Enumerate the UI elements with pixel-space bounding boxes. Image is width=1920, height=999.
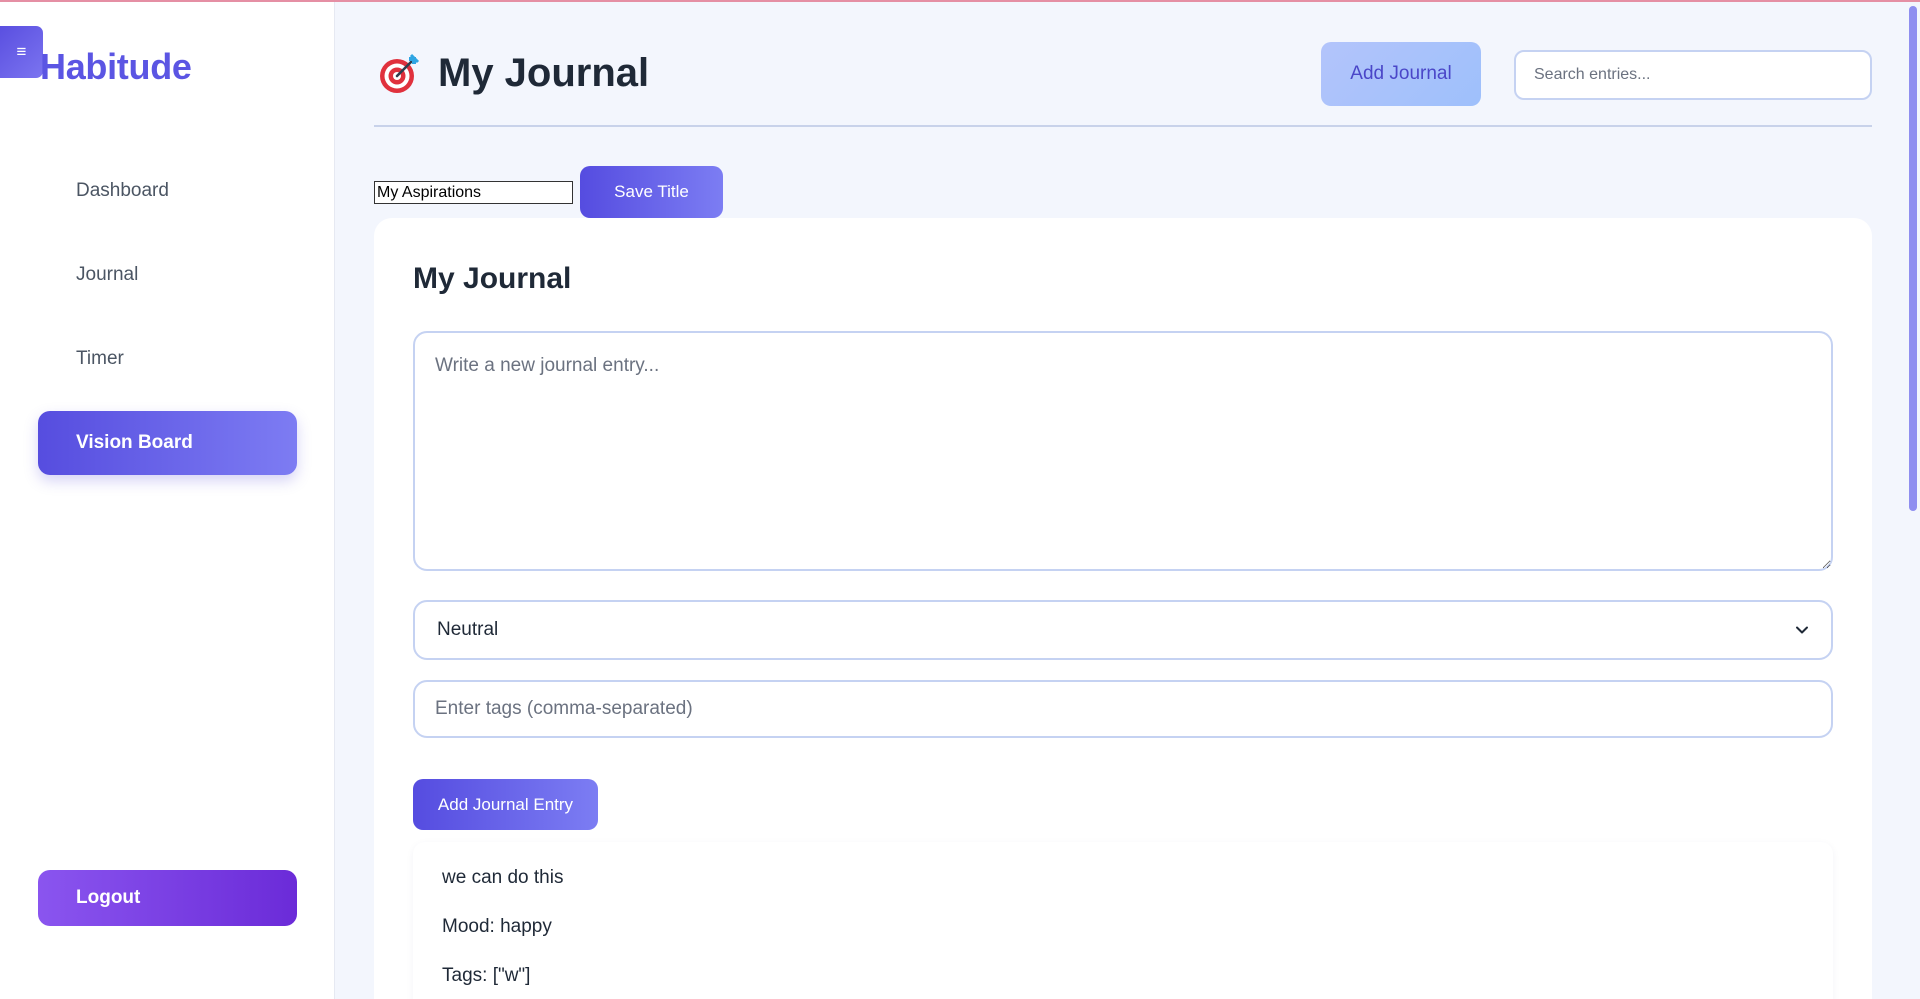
sidebar-item-timer[interactable]: Timer — [38, 327, 297, 391]
mood-select[interactable]: Neutral — [413, 600, 1833, 660]
journal-entry-textarea[interactable] — [413, 331, 1833, 571]
sidebar-item-label: Timer — [76, 348, 124, 369]
entry-tags: Tags: ["w"] — [442, 965, 531, 986]
sidebar: ≡ Habitude Dashboard Journal Timer Visio… — [0, 2, 335, 999]
add-journal-entry-button[interactable]: Add Journal Entry — [413, 779, 598, 830]
target-icon — [380, 53, 420, 93]
card-title: My Journal — [413, 262, 572, 295]
entry-mood: Mood: happy — [442, 916, 552, 937]
sidebar-item-dashboard[interactable]: Dashboard — [38, 159, 297, 223]
journal-entry-item: we can do this Mood: happy Tags: ["w"] — [413, 842, 1833, 999]
header-divider — [374, 125, 1872, 127]
journal-title-input[interactable] — [374, 181, 573, 204]
sidebar-item-vision-board[interactable]: Vision Board — [38, 411, 297, 475]
brand-logo[interactable]: Habitude — [40, 46, 192, 88]
sidebar-item-label: Vision Board — [76, 432, 193, 453]
journal-card: My Journal Neutral Add Journal Entry we … — [374, 218, 1872, 999]
chevron-down-icon — [1796, 626, 1808, 634]
menu-toggle-button[interactable]: ≡ — [0, 26, 43, 78]
save-title-button[interactable]: Save Title — [580, 166, 723, 218]
tags-input[interactable] — [413, 680, 1833, 738]
search-input[interactable] — [1514, 50, 1872, 100]
sidebar-item-label: Journal — [76, 264, 139, 285]
sidebar-nav: Dashboard Journal Timer Vision Board — [38, 159, 297, 495]
logout-button[interactable]: Logout — [38, 870, 297, 926]
sidebar-item-label: Dashboard — [76, 180, 169, 201]
entry-text: we can do this — [442, 867, 564, 888]
scrollbar-track[interactable] — [1906, 2, 1920, 999]
mood-selected-value: Neutral — [437, 619, 499, 640]
page-title: My Journal — [438, 51, 650, 95]
sidebar-item-journal[interactable]: Journal — [38, 243, 297, 307]
scrollbar-thumb[interactable] — [1909, 6, 1917, 511]
hamburger-icon: ≡ — [16, 42, 27, 61]
add-journal-button[interactable]: Add Journal — [1321, 42, 1481, 106]
